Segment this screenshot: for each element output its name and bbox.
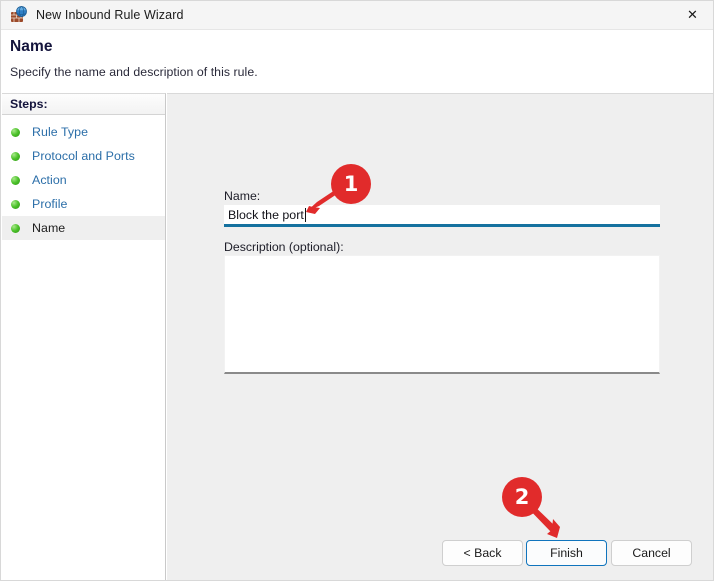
firewall-shield-icon — [10, 6, 28, 24]
steps-heading-label: Steps: — [10, 97, 48, 111]
sidebar-item-label: Rule Type — [32, 125, 89, 139]
name-input[interactable]: Block the port — [224, 205, 660, 227]
step-done-icon — [11, 127, 20, 137]
name-input-value: Block the port — [228, 207, 304, 222]
finish-button[interactable]: Finish — [526, 540, 607, 566]
sidebar-item-name[interactable]: Name — [2, 216, 165, 240]
step-done-icon — [11, 151, 20, 161]
back-button[interactable]: < Back — [442, 540, 523, 566]
sidebar-item-action[interactable]: Action — [2, 168, 165, 192]
page-header: Name Specify the name and description of… — [2, 30, 713, 92]
main-panel: Name: Block the port Description (option… — [167, 93, 713, 580]
description-field-label: Description (optional): — [224, 240, 344, 254]
name-field-label: Name: — [224, 189, 261, 203]
steps-sidebar: Steps: Rule Type Protocol and Ports Acti… — [2, 93, 166, 580]
window-title: New Inbound Rule Wizard — [36, 8, 184, 22]
steps-list: Rule Type Protocol and Ports Action Prof… — [2, 115, 165, 240]
step-done-icon — [11, 175, 20, 185]
page-subtitle: Specify the name and description of this… — [10, 65, 258, 79]
text-caret — [304, 207, 306, 222]
cancel-button[interactable]: Cancel — [611, 540, 692, 566]
sidebar-item-label: Action — [32, 173, 67, 187]
sidebar-item-protocol-and-ports[interactable]: Protocol and Ports — [2, 144, 165, 168]
description-input[interactable] — [224, 255, 660, 374]
sidebar-item-profile[interactable]: Profile — [2, 192, 165, 216]
step-done-icon — [11, 199, 20, 209]
page-title: Name — [10, 38, 53, 55]
close-icon[interactable]: ✕ — [670, 1, 713, 29]
sidebar-item-rule-type[interactable]: Rule Type — [2, 120, 165, 144]
sidebar-item-label: Protocol and Ports — [32, 149, 135, 163]
sidebar-item-label: Profile — [32, 197, 68, 211]
steps-heading-bar: Steps: — [2, 94, 165, 115]
step-current-icon — [11, 223, 20, 233]
title-bar: New Inbound Rule Wizard ✕ — [1, 1, 713, 30]
wizard-window: New Inbound Rule Wizard ✕ Name Specify t… — [0, 0, 714, 581]
sidebar-item-label: Name — [32, 221, 66, 235]
